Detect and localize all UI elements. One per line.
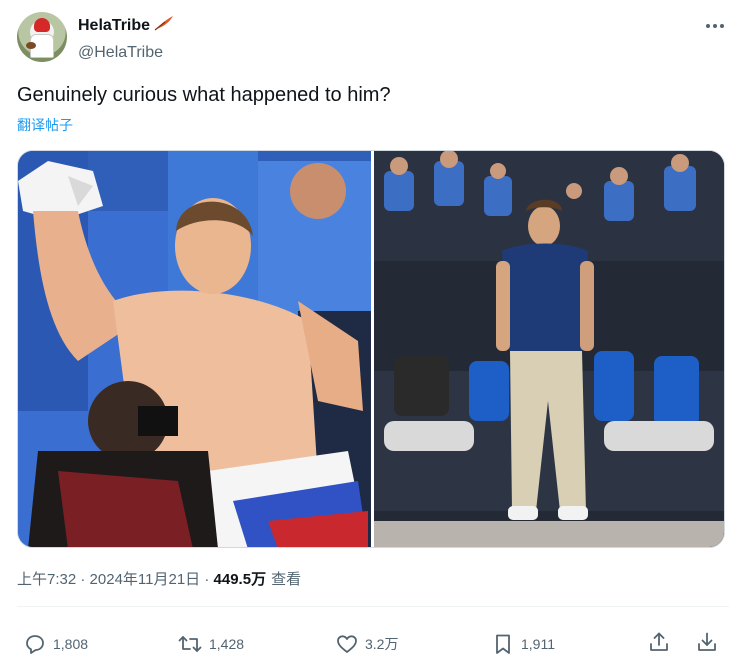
bookmark-count: 1,911 (521, 636, 555, 652)
shirtless-fan-photo (18, 151, 371, 547)
actions-divider (17, 606, 729, 607)
post-time[interactable]: 上午7:32 (17, 570, 76, 590)
avatar-helmet (34, 18, 50, 32)
photo-left[interactable] (18, 151, 371, 547)
heart-icon (335, 632, 359, 656)
views-label: 查看 (271, 571, 302, 588)
post-date[interactable]: 2024年11月21日 (90, 570, 201, 590)
retweet-count: 1,428 (209, 636, 245, 652)
more-dots-icon[interactable] (703, 16, 727, 36)
reply-bubble-icon (23, 632, 47, 656)
bookmark-icon (491, 632, 515, 656)
retweet-icon (177, 632, 203, 656)
reply-count: 1,808 (53, 636, 89, 652)
share-upload-icon (647, 630, 671, 654)
post-header: HelaTribe @HelaTribe (17, 12, 729, 64)
photo-right[interactable] (374, 151, 724, 547)
display-name[interactable]: HelaTribe (78, 16, 150, 36)
like-count: 3.2万 (365, 636, 399, 652)
post-media[interactable] (17, 150, 725, 548)
views-count: 449.5万 (213, 571, 267, 588)
meta-separator: · (76, 571, 90, 588)
translate-post-link[interactable]: 翻译帖子 (17, 116, 73, 134)
bookmark-button[interactable]: 1,911 (491, 630, 555, 658)
display-name-row[interactable]: HelaTribe (78, 14, 175, 38)
reply-button[interactable]: 1,808 (23, 630, 88, 658)
retweet-button[interactable]: 1,428 (177, 630, 244, 658)
like-button[interactable]: 3.2万 (335, 630, 398, 658)
meta-separator: · (200, 571, 214, 588)
courtside-player-photo (374, 151, 724, 547)
avatar-football (26, 42, 36, 49)
share-button[interactable] (647, 630, 671, 654)
download-icon (695, 630, 719, 654)
post-meta: 上午7:32 · 2024年11月21日 · 449.5万 查看 (17, 570, 301, 590)
feather-icon (153, 14, 175, 38)
user-handle[interactable]: @HelaTribe (78, 43, 175, 63)
author-names: HelaTribe @HelaTribe (78, 14, 175, 63)
post-text: Genuinely curious what happened to him? (17, 84, 391, 106)
avatar[interactable] (17, 12, 67, 62)
download-button[interactable] (695, 630, 719, 654)
action-bar: 1,808 1,428 3.2万 1,911 (17, 630, 729, 658)
